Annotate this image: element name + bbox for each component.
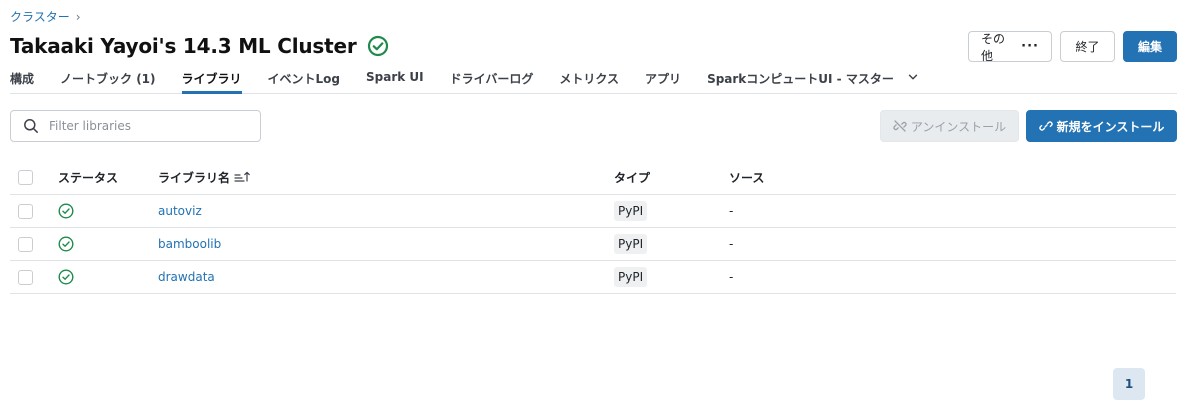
search-box: [10, 110, 261, 142]
more-button[interactable]: その他 ···: [968, 31, 1052, 63]
table-row: drawdata PyPI -: [10, 261, 1176, 294]
edit-button[interactable]: 編集: [1123, 31, 1177, 62]
library-name-link[interactable]: bamboolib: [158, 237, 221, 251]
search-icon: [24, 119, 38, 133]
libraries-table: ステータス ライブラリ名 タイプ ソース autoviz PyPI - bamb…: [10, 160, 1176, 294]
uninstall-button-label: アンインストール: [910, 119, 1007, 134]
library-source: -: [729, 204, 734, 218]
tab-event-log[interactable]: イベントLog: [268, 62, 340, 93]
column-header-type: タイプ: [614, 170, 651, 185]
tab-spark-compute-ui-label: SparkコンピュートUI - マスター: [707, 72, 894, 86]
installed-check-icon: [58, 203, 74, 219]
install-new-button-label: 新規をインストール: [1056, 119, 1165, 134]
ellipsis-icon: ···: [1021, 39, 1039, 54]
library-name-link[interactable]: autoviz: [158, 204, 202, 218]
pagination-page-1[interactable]: 1: [1113, 368, 1145, 400]
unlink-icon: [893, 120, 907, 132]
column-header-name-label: ライブラリ名: [158, 170, 231, 185]
tab-notebooks[interactable]: ノートブック (1): [60, 62, 156, 93]
install-new-button[interactable]: 新規をインストール: [1026, 110, 1177, 142]
table-row: bamboolib PyPI -: [10, 228, 1176, 261]
header-actions: その他 ··· 終了 編集: [968, 31, 1177, 63]
link-icon: [1038, 121, 1053, 131]
select-all-checkbox[interactable]: [18, 169, 33, 185]
breadcrumb-clusters-link[interactable]: クラスター: [10, 8, 70, 25]
uninstall-button[interactable]: アンインストール: [880, 110, 1019, 142]
check-circle-icon: [367, 35, 388, 57]
library-source: -: [729, 270, 734, 284]
tab-spark-compute-ui[interactable]: SparkコンピュートUI - マスター: [707, 62, 918, 93]
library-type-badge: PyPI: [614, 201, 648, 221]
installed-check-icon: [58, 269, 74, 285]
row-checkbox[interactable]: [18, 269, 33, 285]
more-button-label: その他: [981, 31, 1006, 63]
filter-libraries-input[interactable]: [47, 118, 247, 134]
tab-metrics[interactable]: メトリクス: [559, 62, 619, 93]
library-type-badge: PyPI: [614, 267, 648, 287]
sort-ascending-icon: [234, 171, 250, 182]
row-checkbox[interactable]: [18, 236, 33, 252]
library-type-badge: PyPI: [614, 234, 648, 254]
library-name-link[interactable]: drawdata: [158, 270, 215, 284]
table-row: autoviz PyPI -: [10, 195, 1176, 228]
tab-apps[interactable]: アプリ: [645, 62, 681, 93]
tab-bar: 構成 ノートブック (1) ライブラリ イベントLog Spark UI ドライ…: [10, 62, 1177, 94]
row-checkbox[interactable]: [18, 203, 33, 219]
title-row: Takaaki Yayoi's 14.3 ML Cluster: [10, 34, 389, 58]
library-source: -: [729, 237, 734, 251]
breadcrumb-separator: ›: [75, 9, 81, 24]
tab-spark-ui[interactable]: Spark UI: [366, 62, 424, 93]
table-header-row: ステータス ライブラリ名 タイプ ソース: [10, 160, 1176, 195]
column-header-status: ステータス: [58, 170, 119, 185]
tab-driver-logs[interactable]: ドライバーログ: [450, 62, 534, 93]
chevron-down-icon: [908, 74, 918, 80]
column-header-source: ソース: [729, 170, 765, 185]
column-header-name[interactable]: ライブラリ名: [158, 169, 614, 186]
terminate-button[interactable]: 終了: [1060, 31, 1115, 62]
tab-libraries[interactable]: ライブラリ: [181, 62, 242, 94]
breadcrumb: クラスター ›: [10, 8, 81, 25]
installed-check-icon: [58, 236, 74, 252]
page-title: Takaaki Yayoi's 14.3 ML Cluster: [10, 34, 357, 58]
tab-config[interactable]: 構成: [10, 62, 34, 93]
